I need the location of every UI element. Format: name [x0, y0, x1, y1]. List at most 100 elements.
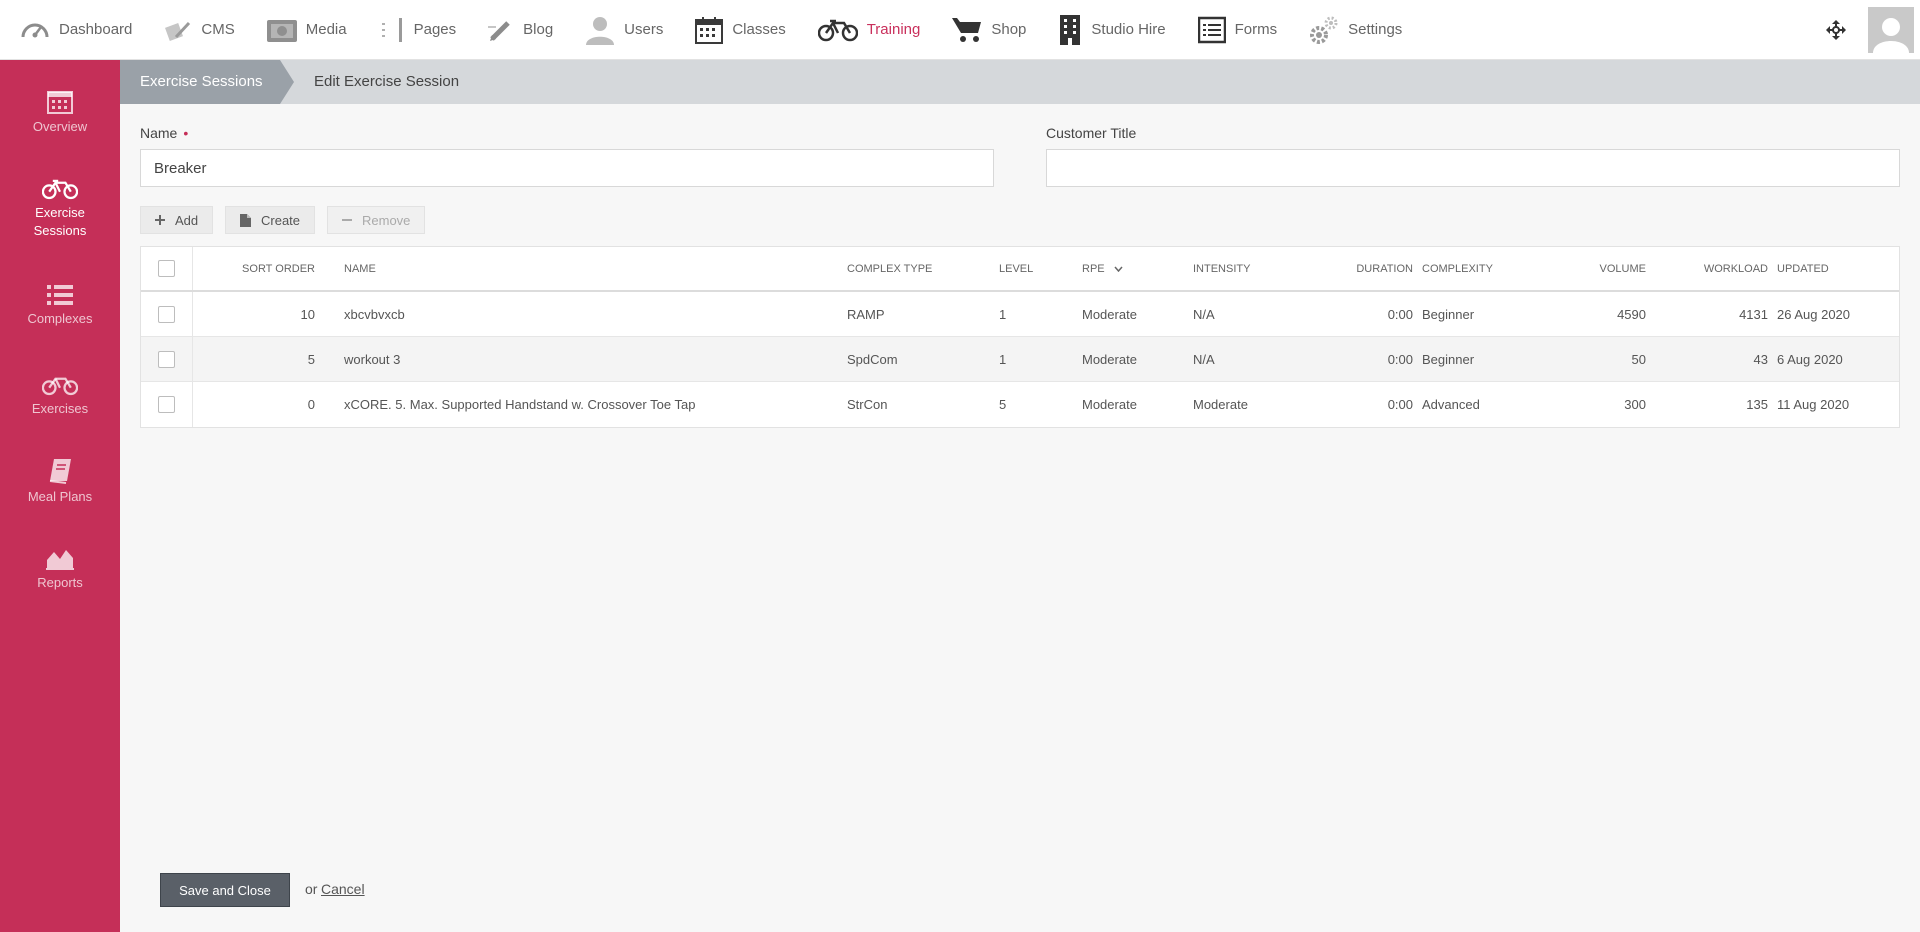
pencil-icon	[488, 20, 510, 41]
cell-intensity: N/A	[1193, 306, 1215, 322]
sidebar-item-exercise-sessions[interactable]: Exercise Sessions	[0, 178, 120, 240]
nav-pages-label: Pages	[413, 21, 457, 38]
cell-volume: 300	[1624, 397, 1646, 412]
col-sort-order[interactable]: SORT ORDER	[201, 247, 315, 290]
nav-media[interactable]: Media	[266, 0, 363, 60]
user-icon	[586, 16, 615, 45]
sidebar-item-overview[interactable]: Overview	[0, 88, 120, 136]
sidebar-item-label: Reports	[37, 575, 83, 590]
cell-complex-type: StrCon	[847, 397, 888, 412]
remove-button-label: Remove	[362, 212, 411, 228]
nav-cms-label: CMS	[201, 21, 235, 38]
col-complex-type[interactable]: COMPLEX TYPE	[847, 247, 932, 290]
cell-level: 5	[999, 397, 1007, 412]
cell-workload: 135	[1746, 397, 1768, 412]
nav-training[interactable]: Training	[817, 0, 937, 60]
create-button[interactable]: Create	[225, 206, 316, 234]
sidebar-item-label: Complexes	[27, 311, 93, 326]
remove-button[interactable]: Remove	[327, 206, 426, 234]
nav-classes-label: Classes	[732, 21, 786, 38]
plus-icon	[155, 215, 165, 225]
cell-name: workout 3	[344, 351, 401, 367]
cell-intensity: N/A	[1193, 351, 1215, 367]
col-level[interactable]: LEVEL	[999, 247, 1033, 290]
required-marker: •	[183, 125, 189, 141]
nav-settings-label: Settings	[1348, 21, 1403, 38]
name-input[interactable]	[140, 149, 994, 187]
nav-forms[interactable]: Forms	[1197, 0, 1294, 60]
col-complexity[interactable]: COMPLEXITY	[1422, 247, 1493, 290]
cell-complexity: Beginner	[1422, 351, 1475, 367]
sidebar-item-reports[interactable]: Reports	[0, 546, 120, 592]
top-navigation-bar: Dashboard CMS Media Pages Blog Users Cla…	[0, 0, 1920, 60]
nav-blog-label: Blog	[523, 21, 554, 38]
nav-studio-hire[interactable]: Studio Hire	[1058, 0, 1181, 60]
breadcrumb-current: Edit Exercise Session	[314, 73, 460, 90]
nav-shop[interactable]: Shop	[952, 0, 1042, 60]
cell-updated: 26 Aug 2020	[1777, 306, 1851, 322]
user-icon	[1873, 18, 1909, 53]
cell-volume: 4590	[1617, 306, 1646, 322]
sidebar: Overview Exercise Sessions Complexes Exe…	[0, 60, 120, 932]
minus-icon	[342, 219, 352, 221]
table-row[interactable]: 5 workout 3 SpdCom 1 Moderate N/A 0:00 B…	[141, 337, 1899, 382]
calendar-icon	[695, 16, 724, 44]
nav-dashboard-label: Dashboard	[59, 21, 133, 38]
nav-users-label: Users	[624, 21, 664, 38]
sidebar-item-exercises[interactable]: Exercises	[0, 374, 120, 418]
exercise-complexes-table: SORT ORDER NAME COMPLEX TYPE LEVEL RPE I…	[140, 246, 1900, 428]
nav-classes[interactable]: Classes	[695, 0, 801, 60]
gears-icon	[1310, 16, 1338, 44]
breadcrumb-parent-link[interactable]: Exercise Sessions	[120, 60, 280, 104]
cell-duration: 0:00	[1387, 397, 1413, 412]
col-intensity[interactable]: INTENSITY	[1193, 247, 1250, 290]
cell-intensity: Moderate	[1193, 397, 1248, 412]
move-icon[interactable]	[1826, 20, 1846, 40]
sidebar-item-complexes[interactable]: Complexes	[0, 284, 120, 328]
col-volume[interactable]: VOLUME	[1541, 247, 1646, 290]
nav-pages[interactable]: Pages	[379, 0, 473, 60]
save-and-close-button[interactable]: Save and Close	[160, 873, 290, 907]
row-select-cell	[141, 337, 193, 381]
form-icon	[1197, 16, 1226, 43]
list-icon	[47, 285, 73, 305]
topbar-right	[1826, 0, 1920, 60]
or-text: or	[305, 881, 318, 897]
building-icon	[1060, 14, 1081, 45]
nav-users[interactable]: Users	[585, 0, 679, 60]
row-checkbox[interactable]	[158, 350, 175, 368]
nav-forms-label: Forms	[1234, 21, 1278, 38]
nav-shop-label: Shop	[991, 21, 1027, 38]
col-rpe[interactable]: RPE	[1082, 247, 1123, 290]
row-checkbox[interactable]	[158, 305, 175, 323]
row-checkbox[interactable]	[158, 396, 175, 413]
cart-icon	[952, 17, 982, 42]
col-workload[interactable]: WORKLOAD	[1661, 247, 1768, 290]
main-menu: Dashboard CMS Media Pages Blog Users Cla…	[0, 0, 1434, 60]
cell-duration: 0:00	[1387, 306, 1413, 322]
cancel-link[interactable]: Cancel	[321, 881, 365, 897]
table-row[interactable]: 10 xbcvbvxcb RAMP 1 Moderate N/A 0:00 Be…	[141, 292, 1899, 337]
nav-cms[interactable]: CMS	[164, 0, 250, 60]
breadcrumb: Exercise Sessions Edit Exercise Session	[120, 60, 1920, 104]
cell-complex-type: SpdCom	[847, 351, 898, 367]
col-updated[interactable]: UPDATED	[1777, 247, 1829, 290]
cell-name: xCORE. 5. Max. Supported Handstand w. Cr…	[344, 397, 696, 412]
nav-studio-hire-label: Studio Hire	[1091, 21, 1166, 38]
name-label: Name •	[140, 125, 189, 141]
col-name[interactable]: NAME	[344, 247, 376, 290]
table-row[interactable]: 0 xCORE. 5. Max. Supported Handstand w. …	[141, 382, 1899, 427]
customer-title-input[interactable]	[1046, 149, 1900, 187]
cell-workload: 43	[1753, 351, 1768, 367]
sidebar-item-meal-plans[interactable]: Meal Plans	[0, 458, 120, 506]
col-duration[interactable]: DURATION	[1301, 247, 1413, 290]
nav-blog[interactable]: Blog	[488, 0, 569, 60]
avatar[interactable]	[1868, 7, 1914, 53]
nav-dashboard[interactable]: Dashboard	[20, 0, 148, 60]
pages-icon	[381, 17, 402, 42]
nav-settings[interactable]: Settings	[1309, 0, 1418, 60]
select-all-checkbox[interactable]	[158, 260, 175, 277]
add-button[interactable]: Add	[140, 206, 214, 234]
cell-updated: 11 Aug 2020	[1777, 397, 1850, 412]
table-header-row: SORT ORDER NAME COMPLEX TYPE LEVEL RPE I…	[141, 247, 1899, 292]
